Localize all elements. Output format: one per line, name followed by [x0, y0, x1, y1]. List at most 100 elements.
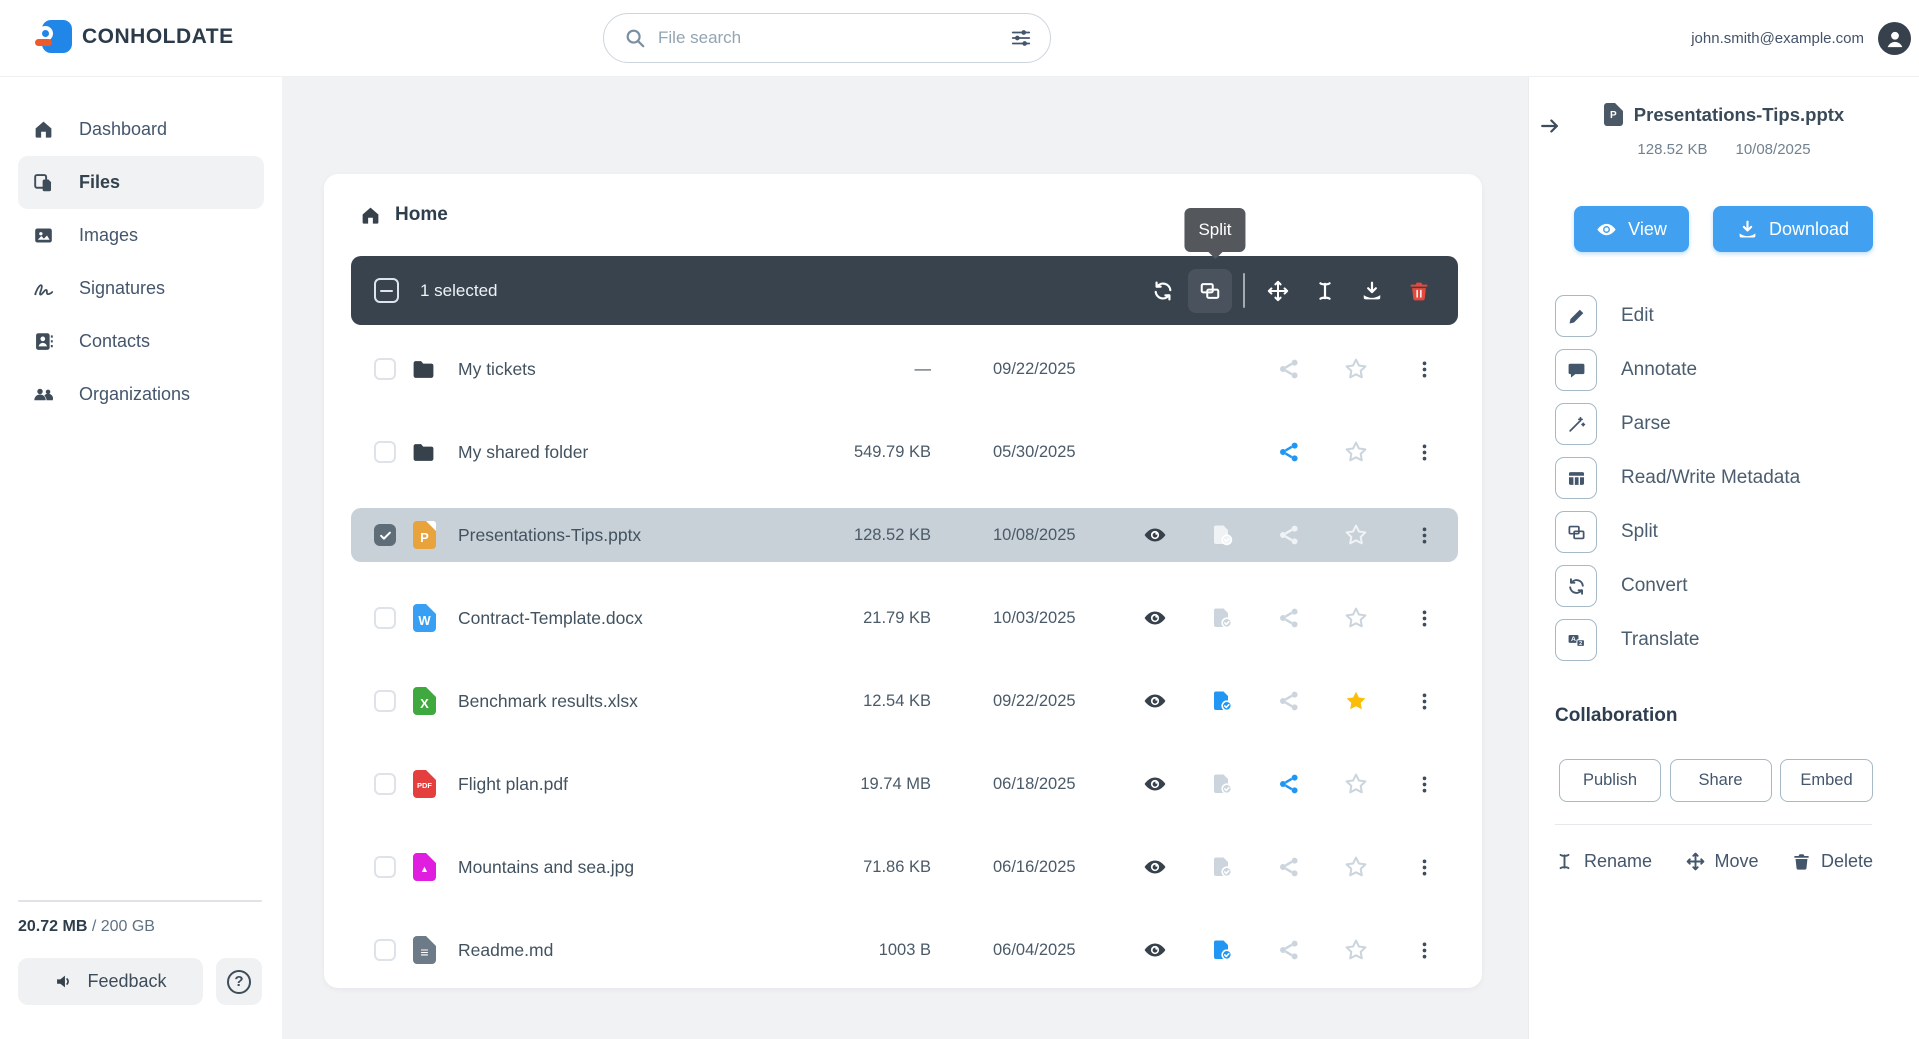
- favorite-button[interactable]: [1334, 845, 1378, 889]
- row-checkbox[interactable]: [374, 856, 396, 878]
- sidebar-item-signatures[interactable]: Signatures: [18, 262, 264, 315]
- preview-button[interactable]: [1133, 762, 1177, 806]
- action-annotate[interactable]: Annotate: [1555, 349, 1800, 391]
- share-button[interactable]: [1267, 762, 1311, 806]
- file-name[interactable]: Flight plan.pdf: [458, 757, 568, 811]
- embed-button[interactable]: Embed: [1780, 759, 1873, 802]
- sidebar-item-images[interactable]: Images: [18, 209, 264, 262]
- sidebar-item-files[interactable]: Files: [18, 156, 264, 209]
- merge-button[interactable]: [1303, 269, 1347, 313]
- favorite-button[interactable]: [1334, 347, 1378, 391]
- preview-button[interactable]: [1133, 845, 1177, 889]
- table-row[interactable]: My shared folder 549.79 KB 05/30/2025: [351, 425, 1458, 479]
- row-checkbox[interactable]: [374, 358, 396, 380]
- action-split[interactable]: Split: [1555, 511, 1800, 553]
- processed-status-button[interactable]: [1200, 679, 1244, 723]
- favorite-button[interactable]: [1334, 679, 1378, 723]
- more-options-button[interactable]: [1402, 596, 1446, 640]
- table-row[interactable]: PDF Flight plan.pdf 19.74 MB 06/18/2025: [351, 757, 1458, 811]
- favorite-button[interactable]: [1334, 513, 1378, 557]
- search-bar[interactable]: [603, 13, 1051, 63]
- action-translate[interactable]: A2 Translate: [1555, 619, 1800, 661]
- file-name[interactable]: My tickets: [458, 342, 536, 396]
- processed-status-button[interactable]: [1200, 845, 1244, 889]
- more-options-button[interactable]: [1402, 845, 1446, 889]
- delete-button[interactable]: Delete: [1792, 851, 1873, 872]
- split-button[interactable]: [1188, 269, 1232, 313]
- file-type-icon: ▲: [413, 853, 436, 881]
- file-name[interactable]: Readme.md: [458, 923, 553, 977]
- file-date: 06/18/2025: [993, 757, 1076, 811]
- share-button[interactable]: [1267, 430, 1311, 474]
- share-button[interactable]: [1267, 845, 1311, 889]
- more-options-button[interactable]: [1402, 513, 1446, 557]
- search-filter-icon[interactable]: [1010, 27, 1032, 49]
- file-name[interactable]: Benchmark results.xlsx: [458, 674, 638, 728]
- more-options-button[interactable]: [1402, 430, 1446, 474]
- table-row[interactable]: P Presentations-Tips.pptx 128.52 KB 10/0…: [351, 508, 1458, 562]
- delete-button[interactable]: [1397, 269, 1441, 313]
- preview-button[interactable]: [1133, 513, 1177, 557]
- processed-status-button[interactable]: [1200, 513, 1244, 557]
- file-name[interactable]: Presentations-Tips.pptx: [458, 508, 641, 562]
- file-name[interactable]: My shared folder: [458, 425, 588, 479]
- move-button[interactable]: Move: [1686, 851, 1759, 872]
- table-row[interactable]: X Benchmark results.xlsx 12.54 KB 09/22/…: [351, 674, 1458, 728]
- help-button[interactable]: ?: [216, 958, 262, 1005]
- processed-status-button[interactable]: [1200, 596, 1244, 640]
- favorite-button[interactable]: [1334, 596, 1378, 640]
- file-name[interactable]: Mountains and sea.jpg: [458, 840, 634, 894]
- sidebar-item-contacts[interactable]: Contacts: [18, 315, 264, 368]
- action-edit[interactable]: Edit: [1555, 295, 1800, 337]
- rename-button[interactable]: Rename: [1555, 851, 1652, 872]
- breadcrumb[interactable]: Home: [360, 204, 448, 226]
- favorite-button[interactable]: [1334, 762, 1378, 806]
- table-row[interactable]: My tickets — 09/22/2025: [351, 342, 1458, 396]
- search-input[interactable]: [658, 28, 1010, 48]
- more-options-button[interactable]: [1402, 928, 1446, 972]
- action-convert[interactable]: Convert: [1555, 565, 1800, 607]
- table-row[interactable]: W Contract-Template.docx 21.79 KB 10/03/…: [351, 591, 1458, 645]
- share-button[interactable]: [1267, 928, 1311, 972]
- download-button[interactable]: [1350, 269, 1394, 313]
- sidebar-item-dashboard[interactable]: Dashboard: [18, 103, 264, 156]
- publish-button[interactable]: Publish: [1559, 759, 1661, 802]
- feedback-button[interactable]: Feedback: [18, 958, 203, 1005]
- brand-logo[interactable]: CONHOLDATE: [42, 20, 234, 53]
- more-options-button[interactable]: [1402, 762, 1446, 806]
- more-options-button[interactable]: [1402, 679, 1446, 723]
- download-button[interactable]: Download: [1713, 206, 1873, 252]
- favorite-button[interactable]: [1334, 430, 1378, 474]
- sidebar-item-organizations[interactable]: Organizations: [18, 368, 264, 421]
- table-row[interactable]: ≡ Readme.md 1003 B 06/04/2025: [351, 923, 1458, 977]
- move-button[interactable]: [1256, 269, 1300, 313]
- more-options-button[interactable]: [1402, 347, 1446, 391]
- share-button[interactable]: [1267, 679, 1311, 723]
- convert-button[interactable]: [1141, 269, 1185, 313]
- view-button[interactable]: View: [1574, 206, 1689, 252]
- home-icon: [33, 119, 54, 140]
- share-button[interactable]: Share: [1670, 759, 1772, 802]
- share-button[interactable]: [1267, 513, 1311, 557]
- favorite-button[interactable]: [1334, 928, 1378, 972]
- row-checkbox[interactable]: [374, 939, 396, 961]
- file-name[interactable]: Contract-Template.docx: [458, 591, 643, 645]
- row-checkbox[interactable]: [374, 524, 396, 546]
- processed-status-button[interactable]: [1200, 928, 1244, 972]
- preview-button[interactable]: [1133, 928, 1177, 972]
- select-all-checkbox[interactable]: [374, 278, 399, 303]
- row-checkbox[interactable]: [374, 607, 396, 629]
- share-button[interactable]: [1267, 596, 1311, 640]
- share-button[interactable]: [1267, 347, 1311, 391]
- processed-status-button[interactable]: [1200, 762, 1244, 806]
- row-checkbox[interactable]: [374, 773, 396, 795]
- action-metadata[interactable]: Read/Write Metadata: [1555, 457, 1800, 499]
- split-tooltip: Split: [1184, 208, 1245, 252]
- preview-button[interactable]: [1133, 596, 1177, 640]
- row-checkbox[interactable]: [374, 441, 396, 463]
- preview-button[interactable]: [1133, 679, 1177, 723]
- action-parse[interactable]: Parse: [1555, 403, 1800, 445]
- table-row[interactable]: ▲ Mountains and sea.jpg 71.86 KB 06/16/2…: [351, 840, 1458, 894]
- avatar[interactable]: [1878, 22, 1911, 55]
- row-checkbox[interactable]: [374, 690, 396, 712]
